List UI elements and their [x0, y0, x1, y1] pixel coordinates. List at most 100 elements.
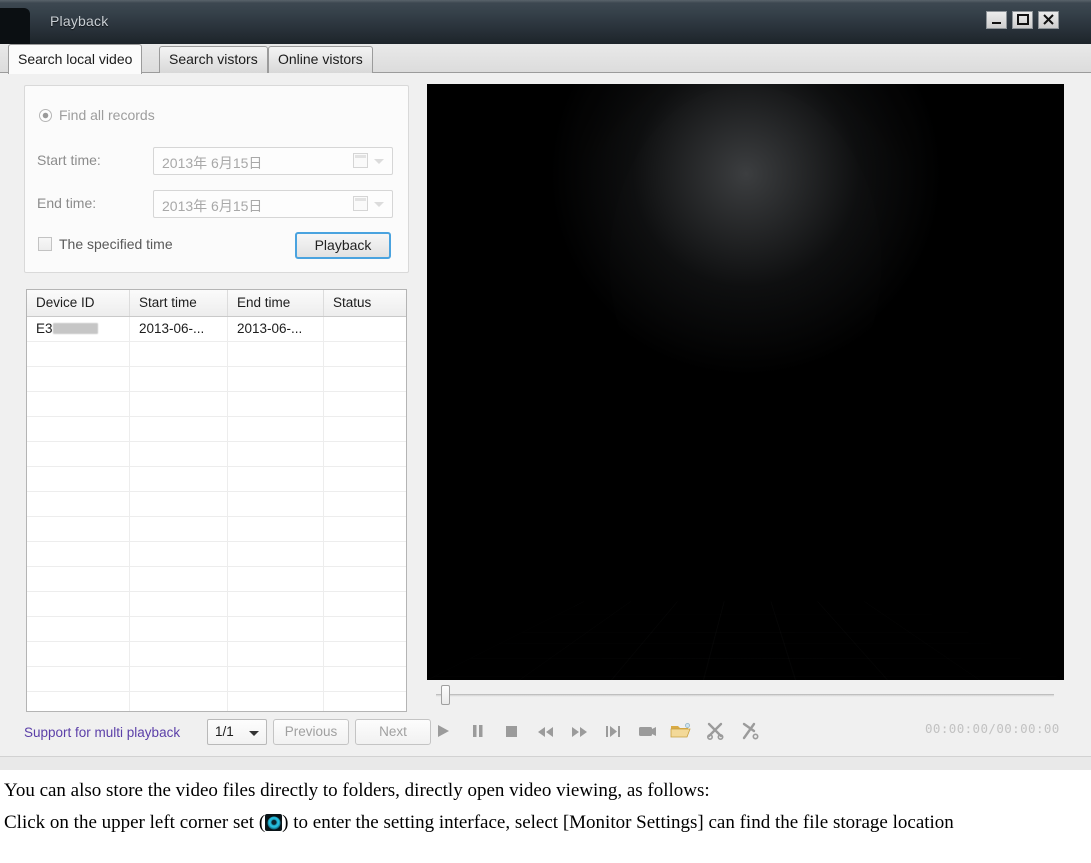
- cell-device-id: [27, 417, 130, 441]
- video-display[interactable]: [427, 84, 1064, 680]
- column-header-end-time[interactable]: End time: [228, 290, 324, 316]
- cell-device-id: [27, 667, 130, 691]
- cell-start-time: [130, 567, 228, 591]
- cell-status: [324, 517, 406, 541]
- cell-device-id: [27, 392, 130, 416]
- cell-status: [324, 317, 406, 341]
- clip-start-button[interactable]: [702, 717, 728, 745]
- table-row-empty[interactable]: [27, 342, 406, 367]
- table-row-empty[interactable]: [27, 617, 406, 642]
- calendar-icon[interactable]: [353, 153, 368, 168]
- minimize-button[interactable]: [986, 11, 1007, 29]
- radio-find-all-records[interactable]: Find all records: [39, 107, 155, 123]
- table-row-empty[interactable]: [27, 417, 406, 442]
- close-button[interactable]: [1038, 11, 1059, 29]
- search-panel: Find all records Start time: 2013年 6月15日…: [24, 85, 409, 273]
- step-frame-button[interactable]: [600, 717, 626, 745]
- cell-device-id: [27, 467, 130, 491]
- next-page-button[interactable]: Next: [355, 719, 431, 745]
- caption-text: You can also store the video files direc…: [0, 775, 1091, 839]
- clip-end-button[interactable]: [736, 717, 762, 745]
- checkbox-specified-time-label: The specified time: [59, 236, 173, 252]
- start-time-row: Start time: 2013年 6月15日: [35, 147, 400, 175]
- cell-start-time: [130, 517, 228, 541]
- cell-end-time: [228, 342, 324, 366]
- cell-start-time: [130, 667, 228, 691]
- chevron-down-icon[interactable]: [374, 202, 384, 207]
- cell-end-time: [228, 542, 324, 566]
- cell-status: [324, 417, 406, 441]
- chevron-down-icon[interactable]: [374, 159, 384, 164]
- stop-button[interactable]: [498, 717, 524, 745]
- fast-forward-button[interactable]: [566, 717, 592, 745]
- pause-button[interactable]: [464, 717, 490, 745]
- cell-start-time: [130, 417, 228, 441]
- timecode-display: 00:00:00/00:00:00: [925, 721, 1060, 736]
- cell-device-id: [27, 692, 130, 711]
- video-vignette: [427, 84, 1064, 680]
- table-row[interactable]: E3 2013-06-... 2013-06-...: [27, 317, 406, 342]
- pause-icon: [472, 725, 482, 737]
- playback-button[interactable]: Playback: [295, 232, 391, 259]
- minimize-icon: [992, 22, 1001, 24]
- column-header-start-time[interactable]: Start time: [130, 290, 228, 316]
- pagination-bar: Support for multi playback 1/1 Previous …: [24, 719, 431, 749]
- cell-start-time: [130, 617, 228, 641]
- rewind-button[interactable]: [532, 717, 558, 745]
- table-row-empty[interactable]: [27, 667, 406, 692]
- play-button[interactable]: [430, 717, 456, 745]
- table-row-empty[interactable]: [27, 367, 406, 392]
- seek-bar[interactable]: [427, 684, 1064, 706]
- column-header-status[interactable]: Status: [324, 290, 406, 316]
- cell-status: [324, 492, 406, 516]
- snapshot-button[interactable]: [634, 717, 660, 745]
- table-row-empty[interactable]: [27, 692, 406, 711]
- window-bottom-bar: [0, 756, 1091, 770]
- page-select-value: 1/1: [215, 724, 234, 739]
- cell-end-time: [228, 467, 324, 491]
- table-row-empty[interactable]: [27, 642, 406, 667]
- open-folder-icon: [670, 723, 691, 738]
- cell-device-id: [27, 617, 130, 641]
- table-row-empty[interactable]: [27, 592, 406, 617]
- play-icon: [437, 725, 449, 737]
- table-row-empty[interactable]: [27, 542, 406, 567]
- caption-line-2-after: ) to enter the setting interface, select…: [282, 812, 954, 833]
- cell-start-time: [130, 367, 228, 391]
- tab-search-vistors[interactable]: Search vistors: [159, 46, 268, 73]
- open-folder-button[interactable]: [668, 717, 694, 745]
- cell-end-time: [228, 692, 324, 711]
- cell-end-time: [228, 367, 324, 391]
- maximize-icon: [1017, 14, 1029, 25]
- tab-search-local-video[interactable]: Search local video: [8, 44, 143, 74]
- seek-track[interactable]: [436, 694, 1054, 697]
- end-time-input[interactable]: 2013年 6月15日: [153, 190, 393, 218]
- start-time-input[interactable]: 2013年 6月15日: [153, 147, 393, 175]
- clip-start-icon: [706, 722, 723, 740]
- seek-thumb[interactable]: [441, 685, 450, 705]
- table-row-empty[interactable]: [27, 492, 406, 517]
- multi-playback-link[interactable]: Support for multi playback: [24, 725, 180, 740]
- cell-device-id: [27, 592, 130, 616]
- tab-online-vistors[interactable]: Online vistors: [268, 46, 373, 73]
- records-table: Device ID Start time End time Status E3 2…: [26, 289, 407, 712]
- cell-start-time: [130, 642, 228, 666]
- redacted-device-id: [52, 323, 98, 334]
- cell-end-time: [228, 642, 324, 666]
- table-row-empty[interactable]: [27, 517, 406, 542]
- table-header-row: Device ID Start time End time Status: [27, 290, 406, 317]
- cell-end-time: [228, 592, 324, 616]
- cell-status: [324, 592, 406, 616]
- table-row-empty[interactable]: [27, 442, 406, 467]
- maximize-button[interactable]: [1012, 11, 1033, 29]
- table-row-empty[interactable]: [27, 392, 406, 417]
- page-select[interactable]: 1/1: [207, 719, 267, 745]
- checkbox-specified-time[interactable]: The specified time: [38, 236, 173, 252]
- cell-end-time: [228, 517, 324, 541]
- column-header-device-id[interactable]: Device ID: [27, 290, 130, 316]
- calendar-icon[interactable]: [353, 196, 368, 211]
- radio-button-icon: [39, 108, 52, 122]
- previous-page-button[interactable]: Previous: [273, 719, 349, 745]
- table-row-empty[interactable]: [27, 567, 406, 592]
- table-row-empty[interactable]: [27, 467, 406, 492]
